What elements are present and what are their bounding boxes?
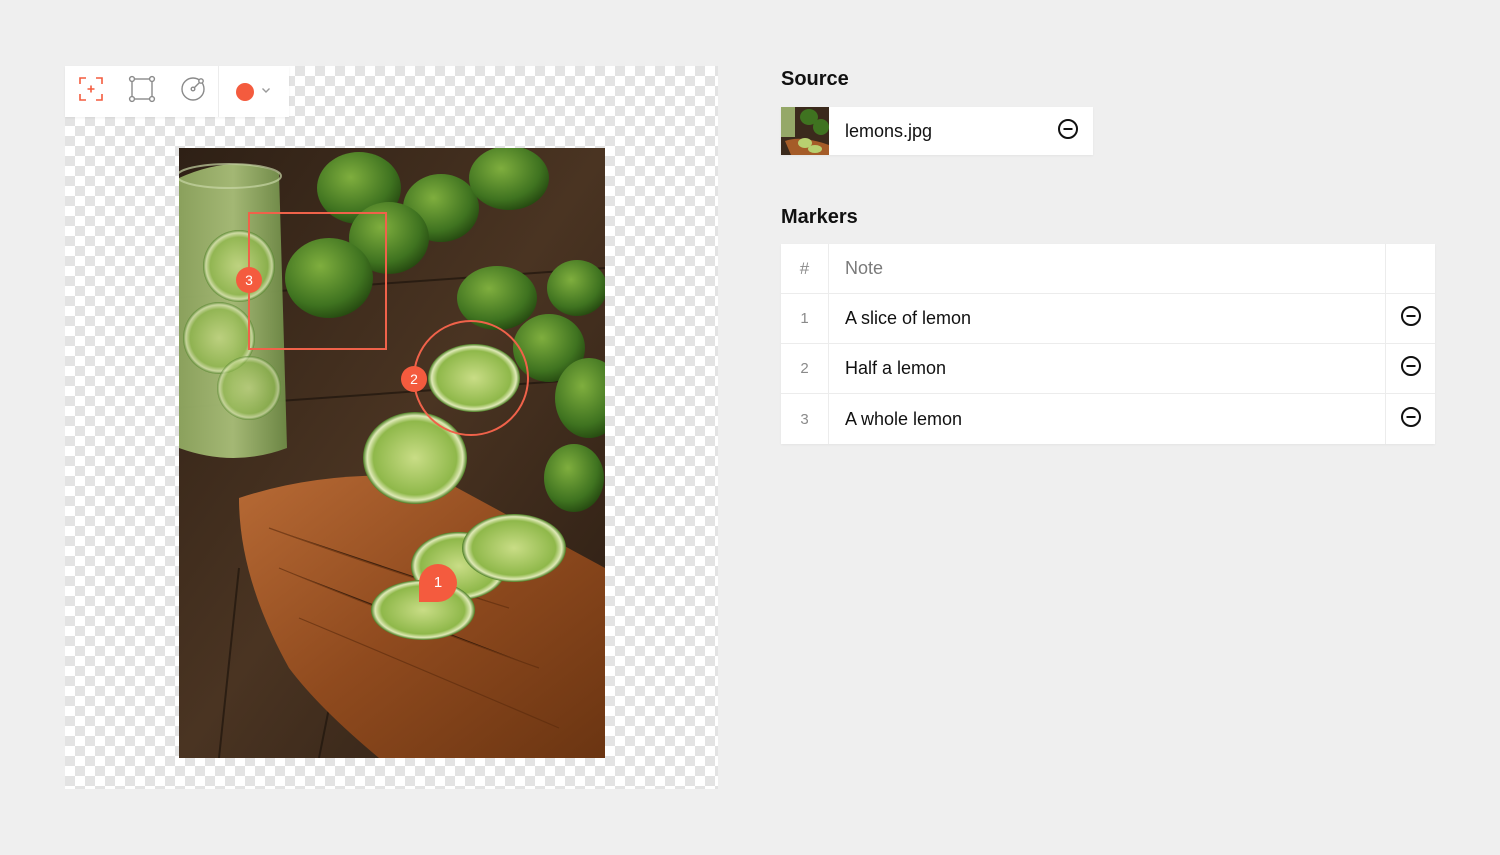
pin-tool-button[interactable] bbox=[65, 66, 116, 117]
column-header-actions bbox=[1386, 244, 1435, 293]
rect-marker[interactable] bbox=[248, 212, 387, 350]
remove-source-button[interactable] bbox=[1043, 107, 1093, 155]
column-header-number: # bbox=[781, 244, 829, 293]
source-thumbnail bbox=[781, 107, 829, 155]
marker-number: 2 bbox=[781, 344, 829, 393]
marker-number: 3 bbox=[781, 394, 829, 444]
color-swatch bbox=[236, 82, 254, 101]
marker-overlay: 3 2 1 bbox=[179, 148, 605, 758]
column-header-note: Note bbox=[829, 244, 1386, 293]
minus-circle-icon bbox=[1400, 305, 1422, 332]
chevron-down-icon bbox=[260, 83, 272, 101]
circle-marker-badge[interactable]: 2 bbox=[401, 366, 427, 392]
minus-circle-icon bbox=[1057, 118, 1079, 145]
remove-marker-button[interactable] bbox=[1386, 394, 1435, 444]
rect-tool-button[interactable] bbox=[116, 66, 167, 117]
color-picker-button[interactable] bbox=[219, 66, 289, 117]
marker-note[interactable]: A whole lemon bbox=[829, 394, 1386, 444]
table-row[interactable]: 2 Half a lemon bbox=[781, 344, 1435, 394]
markers-heading: Markers bbox=[781, 206, 858, 228]
table-header-row: # Note bbox=[781, 244, 1435, 294]
circle-marker[interactable] bbox=[413, 320, 529, 436]
source-file-name: lemons.jpg bbox=[845, 120, 933, 141]
minus-circle-icon bbox=[1400, 355, 1422, 382]
minus-circle-icon bbox=[1400, 406, 1422, 433]
rectangle-select-icon bbox=[128, 75, 156, 108]
annotation-toolbar bbox=[65, 66, 289, 117]
rect-marker-badge[interactable]: 3 bbox=[236, 267, 262, 293]
marker-number: 1 bbox=[781, 294, 829, 343]
marker-note[interactable]: A slice of lemon bbox=[829, 294, 1386, 343]
remove-marker-button[interactable] bbox=[1386, 344, 1435, 393]
source-heading: Source bbox=[781, 68, 849, 90]
circle-tool-button[interactable] bbox=[167, 66, 218, 117]
table-row[interactable]: 1 A slice of lemon bbox=[781, 294, 1435, 344]
source-file-card: lemons.jpg bbox=[781, 107, 1093, 155]
circle-select-icon bbox=[179, 75, 207, 108]
pin-target-icon bbox=[78, 76, 104, 107]
table-row[interactable]: 3 A whole lemon bbox=[781, 394, 1435, 444]
pin-marker[interactable]: 1 bbox=[419, 564, 457, 602]
remove-marker-button[interactable] bbox=[1386, 294, 1435, 343]
markers-table: # Note 1 A slice of lemon 2 Half a lemon… bbox=[781, 244, 1435, 444]
marker-note[interactable]: Half a lemon bbox=[829, 344, 1386, 393]
